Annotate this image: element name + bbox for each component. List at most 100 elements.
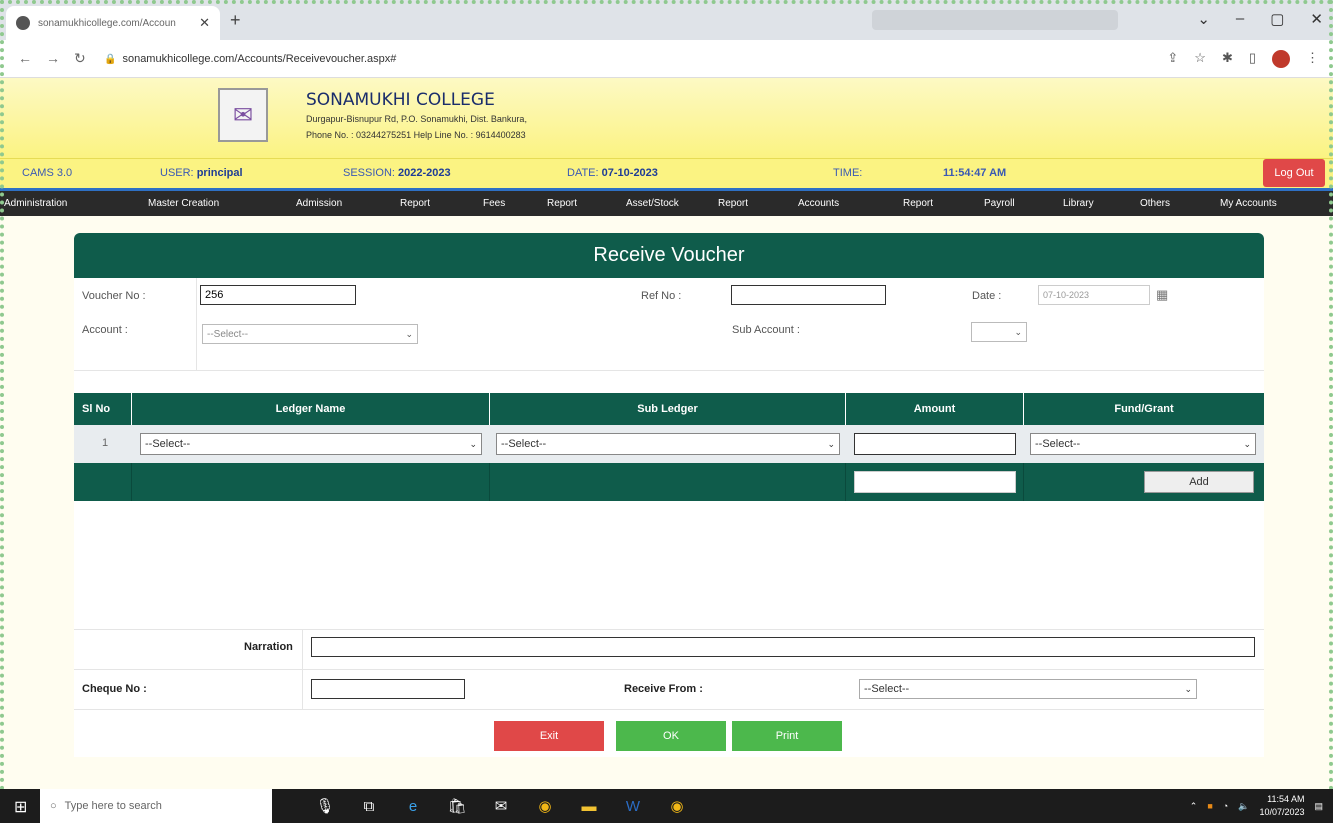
nav-others[interactable]: Others xyxy=(1140,198,1170,209)
col-sl-no: Sl No xyxy=(74,393,132,425)
sub-account-label: Sub Account : xyxy=(732,324,800,336)
footer-cell xyxy=(132,463,490,501)
receive-from-select[interactable]: --Select-- ⌄ xyxy=(859,679,1197,699)
chevron-down-icon: ⌄ xyxy=(469,438,477,449)
cams-version: CAMS 3.0 xyxy=(22,167,73,179)
cheque-no-input[interactable] xyxy=(311,679,465,699)
edge-icon[interactable]: e xyxy=(402,795,424,817)
close-window-icon[interactable]: ✕ xyxy=(1310,10,1323,28)
minimize-icon[interactable]: – xyxy=(1236,10,1244,28)
nav-accounts[interactable]: Accounts xyxy=(798,198,839,209)
exit-button[interactable]: Exit xyxy=(494,721,604,751)
calendar-icon[interactable]: ▦ xyxy=(1156,287,1168,303)
profile-avatar[interactable] xyxy=(1272,50,1290,68)
date-label: Date : xyxy=(972,290,1002,302)
chrome-icon[interactable]: ◉ xyxy=(534,795,556,817)
new-tab-icon[interactable]: + xyxy=(230,10,241,31)
ledger-grid-header: Sl No Ledger Name Sub Ledger Amount Fund… xyxy=(74,393,1264,425)
narration-input[interactable] xyxy=(311,637,1255,657)
nav-fees[interactable]: Fees xyxy=(483,198,505,209)
nav-library[interactable]: Library xyxy=(1063,198,1094,209)
nav-my-accounts[interactable]: My Accounts xyxy=(1220,198,1277,209)
user-info: USER: principal xyxy=(160,167,243,179)
sub-account-select[interactable]: ⌄ xyxy=(971,322,1027,342)
chevron-down-icon: ⌄ xyxy=(827,438,835,449)
star-icon[interactable]: ☆ xyxy=(1194,50,1206,68)
college-logo-icon: ✉ xyxy=(218,88,268,142)
file-explorer-icon[interactable]: ▬ xyxy=(578,795,600,817)
time-label: TIME: xyxy=(833,167,863,179)
nav-payroll[interactable]: Payroll xyxy=(984,198,1015,209)
logout-button[interactable]: Log Out xyxy=(1263,159,1325,187)
maximize-icon[interactable]: ▢ xyxy=(1270,10,1284,28)
ledger-select-value: --Select-- xyxy=(145,438,191,450)
notification-icon[interactable]: ▤ xyxy=(1314,801,1323,812)
ok-button[interactable]: OK xyxy=(616,721,726,751)
nav-report-1[interactable]: Report xyxy=(400,198,430,209)
volume-icon[interactable]: 🔈 xyxy=(1238,801,1249,812)
fund-select-value: --Select-- xyxy=(1035,438,1081,450)
divider xyxy=(196,278,197,370)
mail-icon[interactable]: ✉ xyxy=(490,795,512,817)
taskbar-clock[interactable]: 11:54 AM 10/07/2023 xyxy=(1259,793,1304,819)
search-icon: ○ xyxy=(50,800,57,812)
ledger-name-select[interactable]: --Select-- ⌄ xyxy=(140,433,482,455)
print-button[interactable]: Print xyxy=(732,721,842,751)
nav-asset-stock[interactable]: Asset/Stock xyxy=(626,198,679,209)
tray-apps-icon[interactable]: ■ xyxy=(1207,801,1212,811)
narration-label: Narration xyxy=(244,641,293,653)
sidepanel-icon[interactable]: ▯ xyxy=(1249,50,1256,68)
menu-icon[interactable]: ⋮ xyxy=(1306,50,1319,68)
date-input[interactable] xyxy=(1038,285,1150,305)
ref-no-input[interactable] xyxy=(731,285,886,305)
sub-ledger-select[interactable]: --Select-- ⌄ xyxy=(496,433,840,455)
share-icon[interactable]: ⇪ xyxy=(1167,50,1178,68)
tray-chevron-icon[interactable]: ⌃ xyxy=(1190,801,1198,812)
amount-input[interactable] xyxy=(854,433,1016,455)
session-value: 2022-2023 xyxy=(398,167,451,179)
browser-tab[interactable]: sonamukhicollege.com/Accoun ✕ xyxy=(6,6,220,40)
footer-cell xyxy=(74,463,132,501)
lock-icon: 🔒 xyxy=(104,53,117,65)
total-amount-input[interactable] xyxy=(854,471,1016,493)
nav-report-3[interactable]: Report xyxy=(718,198,748,209)
college-address: Durgapur-Bisnupur Rd, P.O. Sonamukhi, Di… xyxy=(306,114,527,124)
taskbar-search-placeholder: Type here to search xyxy=(64,800,162,812)
windows-start-icon[interactable]: ⊞ xyxy=(14,797,27,817)
add-button[interactable]: Add xyxy=(1144,471,1254,493)
col-fund-grant: Fund/Grant xyxy=(1114,403,1174,415)
footer-cell xyxy=(490,463,846,501)
taskbar-search[interactable]: ○ Type here to search xyxy=(40,789,272,823)
account-select-value: --Select-- xyxy=(207,328,249,340)
nav-report-4[interactable]: Report xyxy=(903,198,933,209)
chrome-active-icon[interactable]: ◉ xyxy=(666,795,688,817)
forward-icon[interactable]: → xyxy=(46,50,60,67)
close-tab-icon[interactable]: ✕ xyxy=(199,15,210,31)
chevron-down-icon: ⌄ xyxy=(1014,326,1022,337)
fund-grant-select[interactable]: --Select-- ⌄ xyxy=(1030,433,1256,455)
nav-administration[interactable]: Administration xyxy=(4,198,67,209)
divider xyxy=(74,370,1264,371)
nav-report-2[interactable]: Report xyxy=(547,198,577,209)
url-field[interactable]: 🔒 sonamukhicollege.com/Accounts/Receivev… xyxy=(104,47,1124,71)
chevron-down-icon[interactable]: ⌄ xyxy=(1197,10,1210,28)
account-label: Account : xyxy=(82,324,128,336)
network-icon[interactable]: ◔ xyxy=(1223,801,1228,811)
college-name: SONAMUKHI COLLEGE xyxy=(306,90,495,110)
microphone-icon[interactable]: 🎙 xyxy=(314,795,336,817)
window-controls: ⌄ – ▢ ✕ xyxy=(1197,10,1323,28)
divider xyxy=(74,669,1264,670)
word-icon[interactable]: W xyxy=(622,795,644,817)
account-select[interactable]: --Select-- ⌄ xyxy=(202,324,418,344)
table-row: 1 --Select-- ⌄ --Select-- ⌄ --Select-- ⌄ xyxy=(74,425,1264,463)
date-info: DATE: 07-10-2023 xyxy=(567,167,658,179)
store-icon[interactable]: 🛍 xyxy=(446,795,468,817)
receive-from-value: --Select-- xyxy=(864,683,910,695)
nav-admission[interactable]: Admission xyxy=(296,198,342,209)
back-icon[interactable]: ← xyxy=(18,50,32,67)
nav-master-creation[interactable]: Master Creation xyxy=(148,198,219,209)
voucher-no-input[interactable] xyxy=(200,285,356,305)
task-view-icon[interactable]: ⧉ xyxy=(358,795,380,817)
extensions-icon[interactable]: ✱ xyxy=(1222,50,1233,68)
reload-icon[interactable]: ↻ xyxy=(74,50,86,67)
